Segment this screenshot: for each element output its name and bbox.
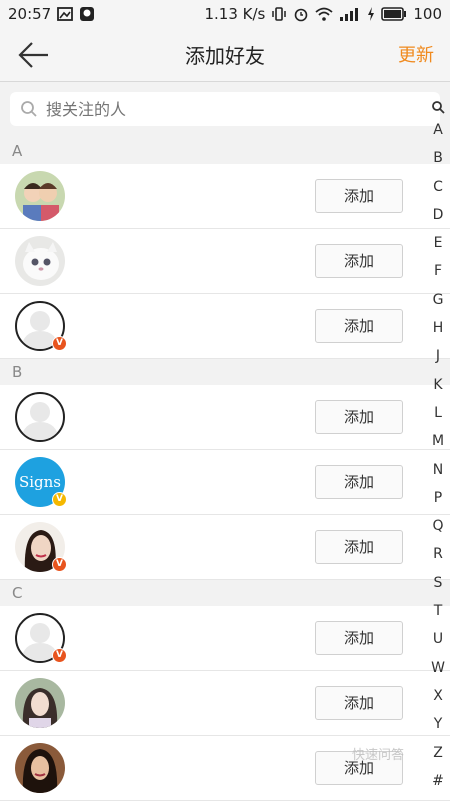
search-bar [0,82,450,138]
index-letters: A B C D E F G H J K L M N P Q R S T U W X Y Z # [431,116,445,795]
add-button[interactable]: 添加 [315,530,403,564]
charging-icon [368,7,375,21]
alphabet-index[interactable]: A B C D E F G H J K L M N P Q R S T U W X Y Z # [426,100,450,795]
index-letter[interactable]: X [431,682,445,710]
list-item: 添加 [0,671,450,736]
network-speed: 1.13 K/s [204,5,266,23]
add-button[interactable]: 添加 [315,309,403,343]
page-title: 添加好友 [185,44,265,68]
index-letter[interactable]: J [431,342,445,370]
index-letter[interactable]: S [431,569,445,597]
list-item: 添加 [0,164,450,229]
index-letter[interactable]: Y [431,710,445,738]
search-box[interactable] [10,92,440,126]
index-letter[interactable]: F [431,257,445,285]
section-header-b: B [0,359,450,385]
add-button[interactable]: 添加 [315,621,403,655]
status-bar: 20:57 1.13 K/s 100 [0,0,450,28]
index-letter[interactable]: T [431,597,445,625]
status-right: 1.13 K/s 100 [204,5,442,23]
verified-badge-icon: V [52,648,67,663]
avatar-white-cat[interactable] [15,236,65,286]
verified-badge-icon: V [52,336,67,351]
index-letter[interactable]: L [431,399,445,427]
signal-icon [340,8,359,21]
battery-icon [381,7,407,21]
list-item: V 添加 [0,606,450,671]
avatar-default-person[interactable] [15,392,65,442]
friend-list: A 添加 添加 V 添加 B 添加 Signs V 添加 V 添加 C V 添加… [0,138,450,801]
index-letter[interactable]: K [431,371,445,399]
list-item: Signs V 添加 [0,450,450,515]
index-letter[interactable]: Q [431,512,445,540]
search-icon [21,101,37,117]
avatar-woman-portrait-2[interactable] [15,743,65,793]
vibrate-icon [272,7,287,21]
list-item: V 添加 [0,515,450,580]
add-button[interactable]: 添加 [315,244,403,278]
index-letter[interactable]: A [431,116,445,144]
status-time: 20:57 [8,5,52,23]
index-letter[interactable]: R [431,540,445,568]
index-letter[interactable]: W [431,654,445,682]
refresh-button[interactable]: 更新 [398,41,434,67]
index-letter[interactable]: D [431,201,445,229]
verified-badge-icon: V [52,492,67,507]
index-letter[interactable]: M [431,427,445,455]
watermark: 快速问答 [352,748,405,763]
add-button[interactable]: 添加 [315,400,403,434]
index-letter[interactable]: G [431,286,445,314]
index-letter[interactable]: Z [431,739,445,767]
status-left: 20:57 [8,5,95,23]
alarm-icon [295,8,308,22]
add-button[interactable]: 添加 [315,686,403,720]
nav-header: 添加好友 更新 [0,28,450,82]
section-header-a: A [0,138,450,164]
index-letter[interactable]: N [431,456,445,484]
index-letter[interactable]: E [431,229,445,257]
index-letter[interactable]: U [431,625,445,653]
add-button[interactable]: 添加 [315,179,403,213]
verified-badge-icon: V [52,557,67,572]
avatar-girl-photo[interactable] [15,678,65,728]
section-header-c: C [0,580,450,606]
index-letter[interactable]: B [431,144,445,172]
index-letter[interactable]: P [431,484,445,512]
list-item: V 添加 [0,294,450,359]
image-notification-icon [57,7,74,21]
wifi-icon [315,7,333,21]
battery-level: 100 [413,5,442,23]
index-search-icon[interactable] [431,100,445,114]
index-letter[interactable]: # [431,767,445,795]
avatar-kids-photo[interactable] [15,171,65,221]
index-letter[interactable]: H [431,314,445,342]
list-item: 添加 [0,385,450,450]
index-letter[interactable]: C [431,173,445,201]
chat-notification-icon [80,7,95,21]
add-button[interactable]: 添加 [315,465,403,499]
list-item: 添加 [0,229,450,294]
search-input[interactable] [46,99,386,119]
